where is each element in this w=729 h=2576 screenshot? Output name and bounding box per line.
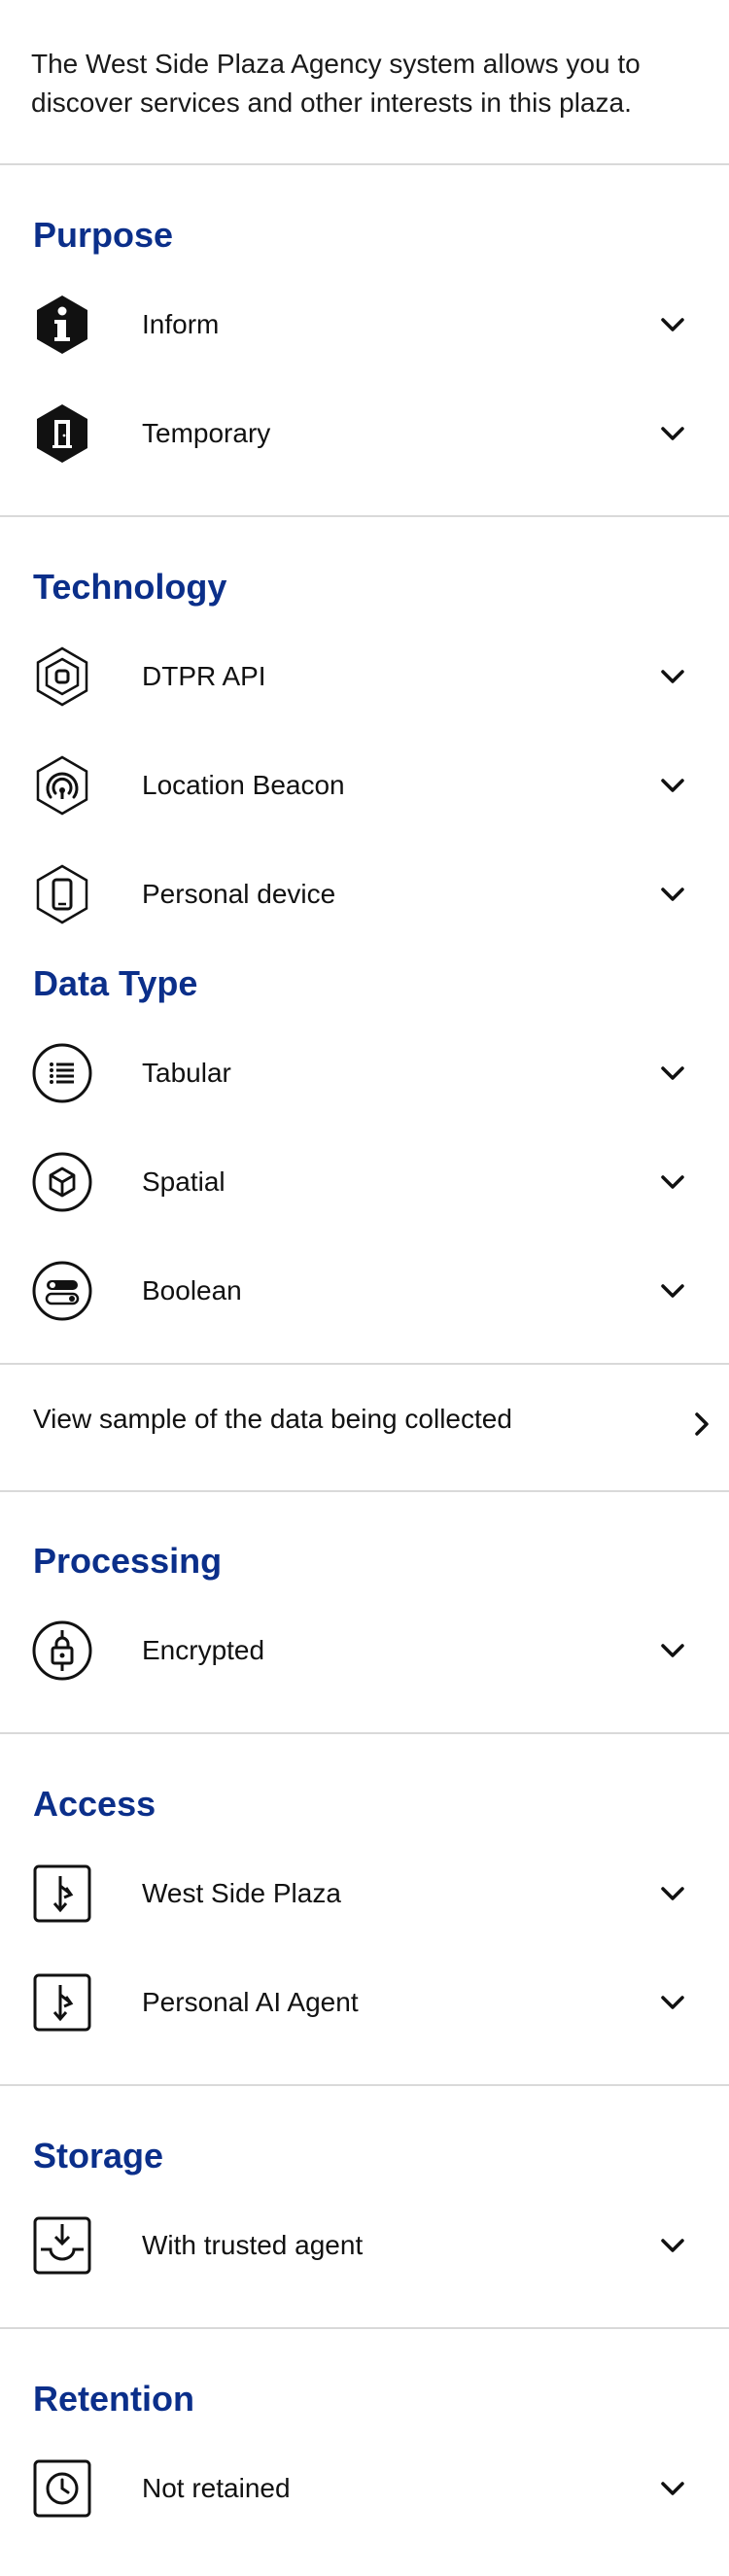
chevron-down-icon[interactable] bbox=[659, 1993, 686, 2012]
beacon-hexagon-icon bbox=[31, 754, 93, 817]
section-heading-data-type: Data Type bbox=[33, 963, 198, 1003]
section-heading-retention: Retention bbox=[33, 2379, 194, 2419]
divider bbox=[0, 1732, 729, 1734]
api-hexagon-icon bbox=[31, 645, 93, 708]
row-label: Personal AI Agent bbox=[142, 1987, 359, 2017]
info-hexagon-icon bbox=[31, 294, 93, 356]
chevron-down-icon[interactable] bbox=[659, 1172, 686, 1192]
divider bbox=[0, 163, 729, 165]
row-personal-device[interactable]: Personal device bbox=[0, 852, 729, 939]
chevron-down-icon[interactable] bbox=[659, 1641, 686, 1660]
row-boolean[interactable]: Boolean bbox=[0, 1248, 729, 1336]
row-label: Spatial bbox=[142, 1166, 226, 1197]
row-with-trusted-agent[interactable]: With trusted agent bbox=[0, 2203, 729, 2290]
row-label: Boolean bbox=[142, 1275, 242, 1305]
inbox-square-icon bbox=[31, 2214, 93, 2277]
row-label: DTPR API bbox=[142, 661, 266, 691]
chevron-down-icon[interactable] bbox=[659, 424, 686, 443]
row-inform[interactable]: Inform bbox=[0, 282, 729, 369]
divider bbox=[0, 515, 729, 517]
row-temporary[interactable]: Temporary bbox=[0, 391, 729, 478]
toggle-circle-icon bbox=[31, 1260, 93, 1322]
row-location-beacon[interactable]: Location Beacon bbox=[0, 743, 729, 830]
door-hexagon-icon bbox=[31, 402, 93, 465]
section-heading-storage: Storage bbox=[33, 2136, 164, 2176]
chevron-right-icon[interactable] bbox=[692, 1410, 712, 1439]
chevron-down-icon[interactable] bbox=[659, 667, 686, 686]
chevron-down-icon[interactable] bbox=[659, 1063, 686, 1083]
divider bbox=[0, 2327, 729, 2329]
chevron-down-icon[interactable] bbox=[659, 885, 686, 904]
row-encrypted[interactable]: Encrypted bbox=[0, 1608, 729, 1695]
divider bbox=[0, 1363, 729, 1365]
chevron-down-icon[interactable] bbox=[659, 1281, 686, 1301]
row-label: Encrypted bbox=[142, 1635, 265, 1665]
clock-square-icon bbox=[31, 2457, 93, 2520]
row-label: Tabular bbox=[142, 1058, 231, 1088]
chevron-down-icon[interactable] bbox=[659, 2236, 686, 2255]
access-square-icon bbox=[31, 1862, 93, 1925]
row-dtpr-api[interactable]: DTPR API bbox=[0, 634, 729, 721]
section-heading-processing: Processing bbox=[33, 1541, 223, 1581]
row-label: Inform bbox=[142, 309, 220, 339]
view-sample-link[interactable]: View sample of the data being collected bbox=[0, 1380, 729, 1468]
row-tabular[interactable]: Tabular bbox=[0, 1030, 729, 1118]
phone-hexagon-icon bbox=[31, 863, 93, 925]
chevron-down-icon[interactable] bbox=[659, 315, 686, 334]
row-spatial[interactable]: Spatial bbox=[0, 1139, 729, 1227]
divider bbox=[0, 2084, 729, 2086]
row-west-side-plaza[interactable]: West Side Plaza bbox=[0, 1851, 729, 1938]
row-label: Personal device bbox=[142, 879, 336, 909]
row-personal-ai-agent[interactable]: Personal AI Agent bbox=[0, 1960, 729, 2047]
row-label: Not retained bbox=[142, 2473, 291, 2503]
row-not-retained[interactable]: Not retained bbox=[0, 2446, 729, 2533]
row-label: Temporary bbox=[142, 418, 271, 448]
intro-text: The West Side Plaza Agency system allows… bbox=[31, 49, 641, 118]
list-circle-icon bbox=[31, 1042, 93, 1104]
row-label: Location Beacon bbox=[142, 770, 345, 800]
divider bbox=[0, 1490, 729, 1492]
section-heading-access: Access bbox=[33, 1784, 156, 1824]
chevron-down-icon[interactable] bbox=[659, 1884, 686, 1903]
cube-circle-icon bbox=[31, 1151, 93, 1213]
chevron-down-icon[interactable] bbox=[659, 776, 686, 795]
row-label: With trusted agent bbox=[142, 2230, 364, 2260]
section-heading-purpose: Purpose bbox=[33, 215, 174, 255]
view-sample-label: View sample of the data being collected bbox=[33, 1404, 512, 1434]
lock-circle-icon bbox=[31, 1619, 93, 1682]
chevron-down-icon[interactable] bbox=[659, 2479, 686, 2498]
section-heading-technology: Technology bbox=[33, 567, 227, 607]
access-square-icon bbox=[31, 1971, 93, 2034]
row-label: West Side Plaza bbox=[142, 1878, 341, 1908]
